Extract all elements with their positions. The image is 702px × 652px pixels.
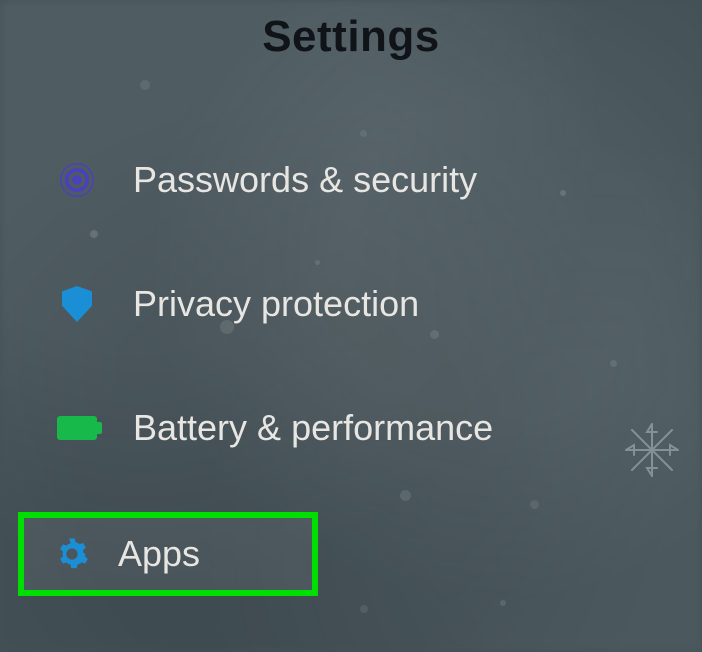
settings-item-privacy-protection[interactable]: Privacy protection — [0, 264, 702, 344]
settings-item-label: Battery & performance — [133, 407, 493, 449]
settings-item-label: Passwords & security — [133, 159, 477, 201]
gear-icon — [50, 532, 94, 576]
shield-icon — [55, 282, 99, 326]
page-title: Settings — [0, 12, 702, 62]
battery-icon — [55, 406, 99, 450]
settings-item-battery-performance[interactable]: Battery & performance — [0, 388, 702, 468]
settings-item-passwords-security[interactable]: Passwords & security — [0, 140, 702, 220]
settings-item-apps[interactable]: Apps — [18, 512, 318, 596]
settings-item-label: Privacy protection — [133, 283, 419, 325]
settings-list: Passwords & security Privacy protection … — [0, 140, 702, 596]
target-icon — [55, 158, 99, 202]
settings-item-label: Apps — [118, 533, 200, 575]
